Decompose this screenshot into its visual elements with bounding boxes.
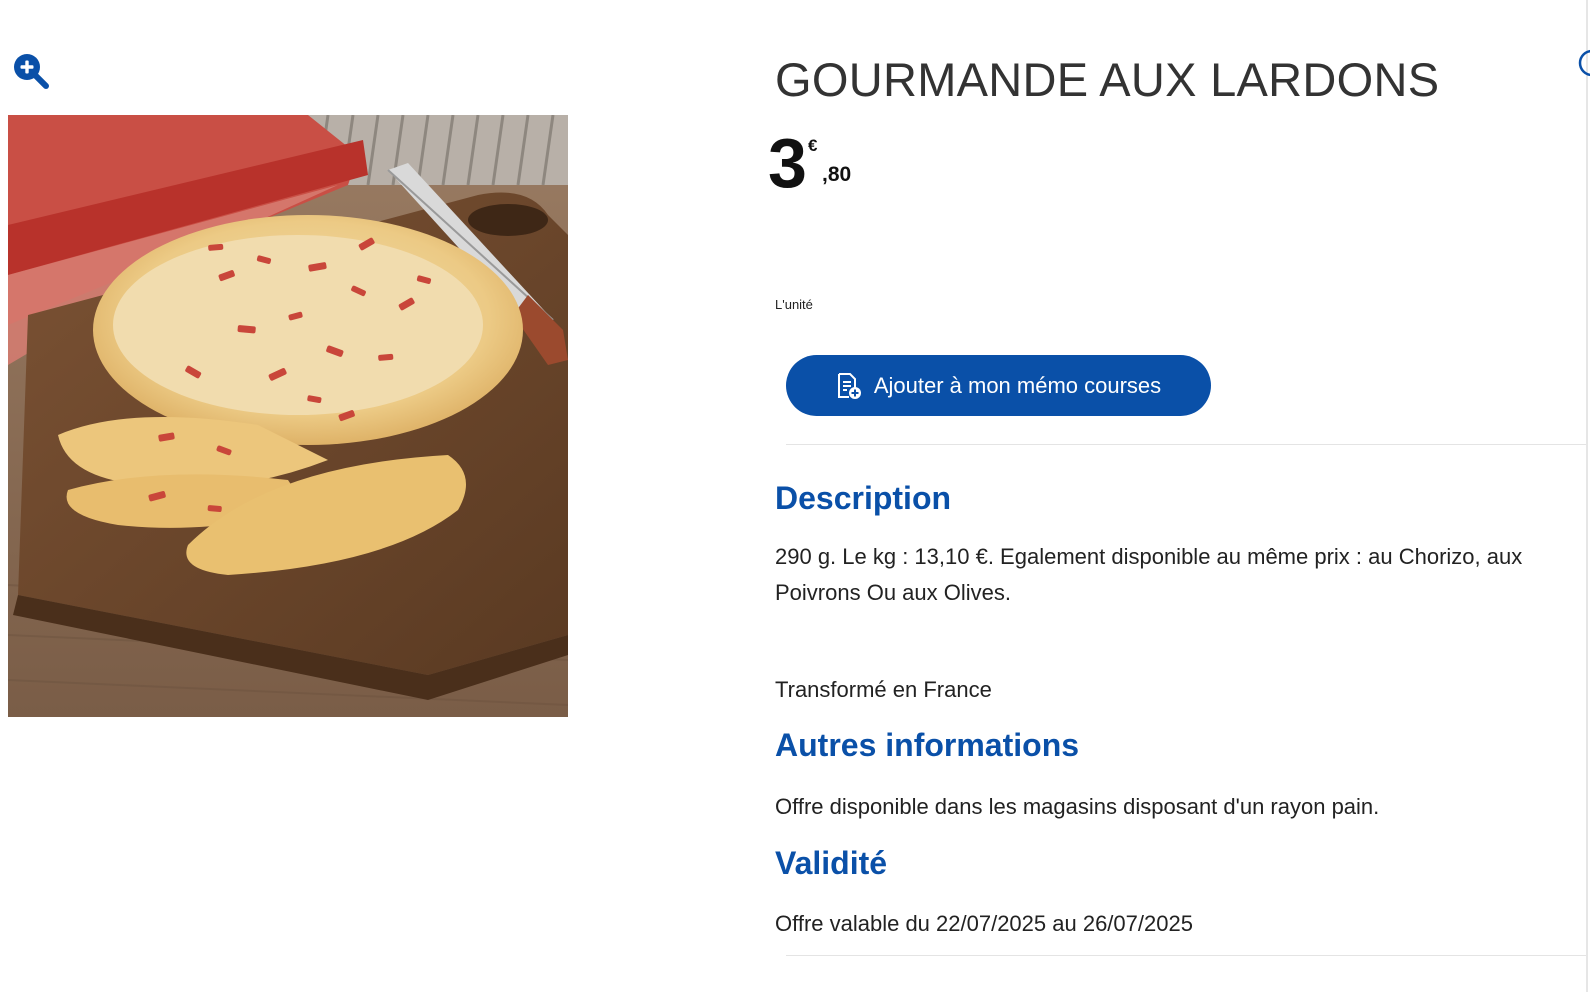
close-icon[interactable]: [1578, 48, 1590, 78]
panel-border: [1586, 0, 1588, 992]
product-page: GOURMANDE AUX LARDONS 3 € ,80 L'unité Aj…: [0, 0, 1590, 992]
add-to-memo-button[interactable]: Ajouter à mon mémo courses: [786, 355, 1211, 416]
zoom-in-icon[interactable]: [10, 50, 50, 90]
description-text-line1: 290 g. Le kg : 13,10 €. Egalement dispon…: [775, 544, 1523, 569]
add-to-memo-label: Ajouter à mon mémo courses: [873, 372, 1162, 398]
divider: [786, 444, 1586, 445]
price-decimal: ,80: [822, 163, 852, 186]
description-heading: Description: [775, 480, 952, 516]
validity-heading: Validité: [775, 845, 888, 881]
origin-text: Transformé en France: [775, 677, 992, 702]
validity-text: Offre valable du 22/07/2025 au 26/07/202…: [775, 911, 1193, 936]
price-unit: L'unité: [775, 297, 813, 312]
other-info-heading: Autres informations: [775, 727, 1080, 763]
description-text-line2: Poivrons Ou aux Olives.: [775, 580, 1011, 605]
price-integer: 3: [768, 124, 807, 202]
other-info-text: Offre disponible dans les magasins dispo…: [775, 794, 1380, 819]
price-currency: €: [808, 136, 818, 155]
shopping-list-add-icon: [836, 372, 862, 400]
product-title: GOURMANDE AUX LARDONS: [775, 53, 1440, 106]
divider-bottom: [786, 955, 1586, 956]
product-image[interactable]: [8, 115, 568, 717]
